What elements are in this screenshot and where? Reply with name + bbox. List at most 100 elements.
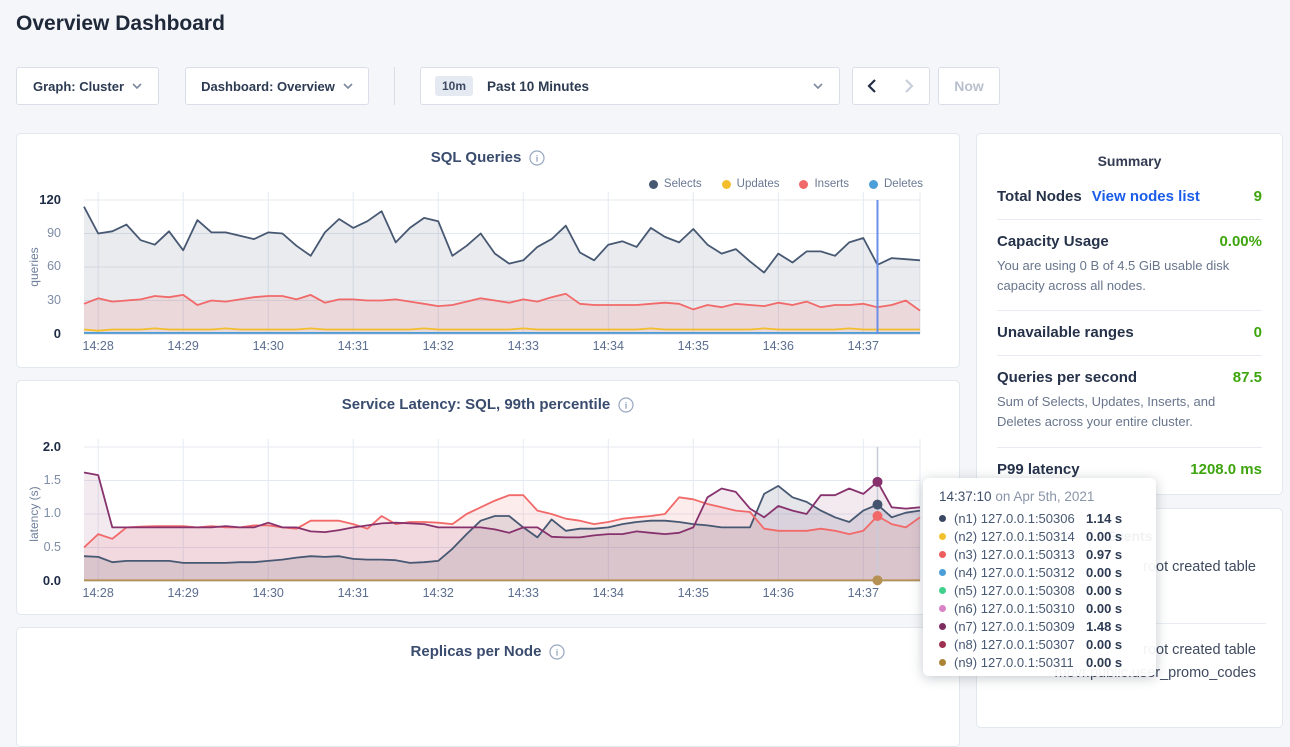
service-latency-plot[interactable]: [17, 381, 959, 614]
node-address: (n5) 127.0.0.1:50308: [954, 583, 1086, 598]
summary-row-total-nodes: Total Nodes View nodes list 9: [997, 175, 1262, 220]
info-icon[interactable]: i: [549, 644, 565, 660]
capacity-label: Capacity Usage: [997, 233, 1109, 250]
tooltip-node-row: (n8) 127.0.0.1:503070.00 s: [939, 635, 1156, 653]
legend-item-deletes: Deletes: [869, 178, 923, 190]
node-color-dot: [939, 659, 946, 666]
legend-label: Deletes: [884, 178, 923, 190]
chart-title-text: Replicas per Node: [411, 643, 542, 660]
capacity-desc: You are using 0 B of 4.5 GiB usable disk…: [997, 256, 1262, 296]
view-nodes-list-link[interactable]: View nodes list: [1092, 188, 1200, 205]
sql-queries-plot[interactable]: [17, 134, 959, 367]
legend-item-selects: Selects: [649, 178, 702, 190]
tooltip-node-row: (n3) 127.0.0.1:503130.97 s: [939, 545, 1156, 563]
node-color-dot: [939, 515, 946, 522]
node-address: (n6) 127.0.0.1:50310: [954, 601, 1086, 616]
node-color-dot: [939, 551, 946, 558]
time-next-button[interactable]: [890, 67, 930, 105]
node-latency-value: 0.00 s: [1086, 583, 1122, 598]
node-color-dot: [939, 569, 946, 576]
chevron-down-icon: [813, 83, 823, 89]
node-color-dot: [939, 623, 946, 630]
node-address: (n9) 127.0.0.1:50311: [954, 655, 1086, 670]
node-address: (n7) 127.0.0.1:50309: [954, 619, 1086, 634]
crosshair-dot: [872, 575, 882, 585]
qps-desc: Sum of Selects, Updates, Inserts, and De…: [997, 392, 1262, 432]
node-address: (n3) 127.0.0.1:50313: [954, 547, 1086, 562]
chart-title-text: SQL Queries: [431, 149, 522, 166]
chart-title-replicas-per-node: Replicas per Node i: [17, 643, 959, 660]
dashboard-dropdown[interactable]: Dashboard: Overview: [185, 67, 369, 105]
unavailable-ranges-value: 0: [1254, 324, 1262, 341]
summary-row-unavailable: Unavailable ranges 0: [997, 311, 1262, 356]
legend-dot: [649, 180, 658, 189]
chevron-down-icon: [343, 83, 353, 89]
legend-item-inserts: Inserts: [799, 178, 849, 190]
summary-title: Summary: [997, 134, 1262, 169]
tooltip-timestamp: 14:37:10 on Apr 5th, 2021: [939, 489, 1156, 504]
time-range-label: Past 10 Minutes: [487, 79, 589, 94]
graph-dropdown-label: Graph: Cluster: [33, 79, 124, 94]
legend-label: Updates: [737, 178, 780, 190]
crosshair-dot: [872, 477, 882, 487]
graph-dropdown[interactable]: Graph: Cluster: [16, 67, 159, 105]
node-latency-value: 1.14 s: [1086, 511, 1122, 526]
node-latency-value: 0.00 s: [1086, 637, 1122, 652]
qps-label: Queries per second: [997, 369, 1137, 386]
total-nodes-value: 9: [1254, 188, 1262, 205]
tooltip-node-row: (n5) 127.0.0.1:503080.00 s: [939, 581, 1156, 599]
chevron-right-icon: [905, 79, 914, 93]
capacity-value: 0.00%: [1219, 233, 1262, 250]
chart-hover-tooltip: 14:37:10 on Apr 5th, 2021 (n1) 127.0.0.1…: [923, 478, 1156, 676]
tooltip-date: on Apr 5th, 2021: [995, 489, 1094, 504]
unavailable-ranges-label: Unavailable ranges: [997, 324, 1134, 341]
replicas-per-node-chart-card: Replicas per Node i: [16, 627, 960, 747]
legend-dot: [722, 180, 731, 189]
summary-row-qps: Queries per second 87.5 Sum of Selects, …: [997, 356, 1262, 447]
node-color-dot: [939, 587, 946, 594]
summary-row-capacity: Capacity Usage 0.00% You are using 0 B o…: [997, 220, 1262, 311]
chart-title-sql-queries: SQL Queries i: [17, 149, 959, 166]
chart-legend: Selects Updates Inserts Deletes: [649, 178, 923, 190]
time-range-dropdown[interactable]: 10m Past 10 Minutes: [420, 67, 840, 105]
controls-divider: [394, 67, 395, 105]
dashboard-dropdown-label: Dashboard: Overview: [201, 79, 335, 94]
node-address: (n8) 127.0.0.1:50307: [954, 637, 1086, 652]
p99-latency-label: P99 latency: [997, 461, 1080, 478]
chevron-down-icon: [132, 83, 142, 89]
svg-text:i: i: [556, 647, 559, 657]
chart-title-service-latency: Service Latency: SQL, 99th percentile i: [17, 396, 959, 413]
service-latency-chart-card: Service Latency: SQL, 99th percentile i …: [16, 380, 960, 615]
legend-label: Inserts: [814, 178, 849, 190]
tooltip-time: 14:37:10: [939, 489, 992, 504]
now-button[interactable]: Now: [938, 67, 1000, 105]
legend-dot: [869, 180, 878, 189]
time-prev-button[interactable]: [852, 67, 891, 105]
chart-title-text: Service Latency: SQL, 99th percentile: [342, 396, 610, 413]
node-color-dot: [939, 605, 946, 612]
node-latency-value: 0.00 s: [1086, 655, 1122, 670]
node-address: (n4) 127.0.0.1:50312: [954, 565, 1086, 580]
node-latency-value: 0.00 s: [1086, 601, 1122, 616]
tooltip-node-row: (n9) 127.0.0.1:503110.00 s: [939, 653, 1156, 671]
node-address: (n1) 127.0.0.1:50306: [954, 511, 1086, 526]
chevron-left-icon: [867, 79, 876, 93]
legend-dot: [799, 180, 808, 189]
svg-text:i: i: [536, 153, 539, 163]
svg-text:i: i: [625, 400, 628, 410]
node-color-dot: [939, 641, 946, 648]
time-range-badge: 10m: [435, 76, 473, 96]
tooltip-node-row: (n1) 127.0.0.1:503061.14 s: [939, 509, 1156, 527]
node-latency-value: 0.97 s: [1086, 547, 1122, 562]
page-title: Overview Dashboard: [16, 12, 225, 36]
qps-value: 87.5: [1233, 369, 1262, 386]
tooltip-node-row: (n7) 127.0.0.1:503091.48 s: [939, 617, 1156, 635]
info-icon[interactable]: i: [529, 150, 545, 166]
total-nodes-label: Total Nodes: [997, 188, 1082, 205]
node-address: (n2) 127.0.0.1:50314: [954, 529, 1086, 544]
node-color-dot: [939, 533, 946, 540]
node-latency-value: 1.48 s: [1086, 619, 1122, 634]
info-icon[interactable]: i: [618, 397, 634, 413]
summary-panel: Summary Total Nodes View nodes list 9 Ca…: [976, 133, 1283, 495]
crosshair-dot: [872, 500, 882, 510]
